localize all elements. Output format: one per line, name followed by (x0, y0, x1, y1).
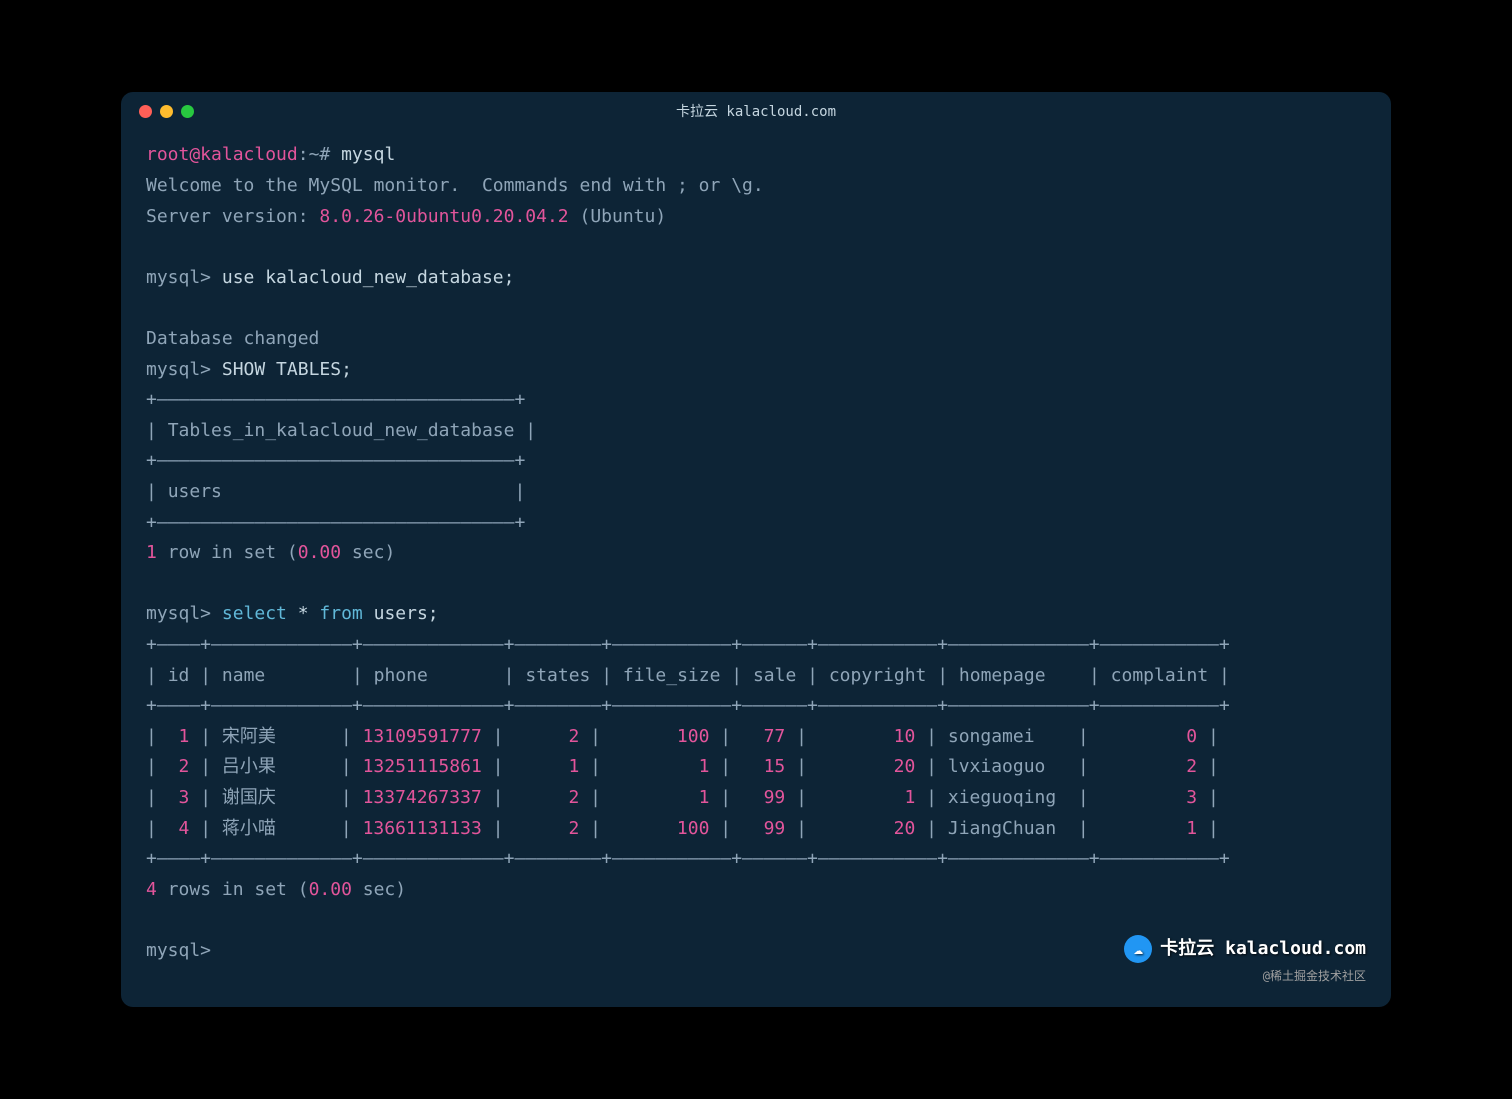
server-version: 8.0.26-0ubuntu0.20.04.2 (319, 206, 568, 227)
table-row: | 4 | 蒋小喵 | 13661131133 | 2 | 100 | 99 |… (146, 818, 1219, 839)
sec-label: sec) (341, 542, 395, 563)
terminal-body[interactable]: root@kalacloud:~# mysql Welcome to the M… (121, 130, 1391, 1006)
tables-header: Tables_in_kalacloud_new_database (168, 420, 515, 441)
server-version-label: Server version: (146, 206, 319, 227)
row-in-set: row in set ( (157, 542, 298, 563)
table-header-row: | id | name | phone | states | file_size… (146, 665, 1230, 686)
maximize-icon[interactable] (181, 105, 194, 118)
minimize-icon[interactable] (160, 105, 173, 118)
rows-in-set: rows in set ( (157, 879, 309, 900)
server-version-suffix: (Ubuntu) (569, 206, 667, 227)
prompt-user: root@kalacloud (146, 144, 298, 165)
window-title: 卡拉云 kalacloud.com (676, 101, 836, 121)
cloud-icon: ☁ (1124, 935, 1152, 963)
tables-row: users (168, 481, 222, 502)
mysql-prompt-2: mysql> (146, 359, 211, 380)
prompt-sep: : (298, 144, 309, 165)
table-border: +—————————————————————————————————+ (146, 389, 525, 410)
db-changed: Database changed (146, 328, 319, 349)
table-row: | 3 | 谢国庆 | 13374267337 | 2 | 1 | 99 | 1… (146, 787, 1219, 808)
close-icon[interactable] (139, 105, 152, 118)
mysql-prompt: mysql> (146, 267, 211, 288)
time-0: 0.00 (298, 542, 341, 563)
cmd-mysql: mysql (341, 144, 395, 165)
sec-label-2: sec) (352, 879, 406, 900)
watermark: ☁ 卡拉云 kalacloud.com @稀土掘金技术社区 (1124, 934, 1366, 987)
row-count-4: 4 (146, 879, 157, 900)
terminal-window: 卡拉云 kalacloud.com root@kalacloud:~# mysq… (121, 92, 1391, 1006)
table-row: | 2 | 吕小果 | 13251115861 | 1 | 1 | 15 | 2… (146, 756, 1219, 777)
table-border: +—————————————————————————————————+ (146, 450, 525, 471)
watermark-sub: @稀土掘金技术社区 (1263, 966, 1366, 986)
title-bar: 卡拉云 kalacloud.com (121, 92, 1391, 130)
users-border: +————+—————————————+—————————————+——————… (146, 695, 1230, 716)
users-border: +————+—————————————+—————————————+——————… (146, 634, 1230, 655)
table-border: +—————————————————————————————————+ (146, 512, 525, 533)
traffic-lights (139, 105, 194, 118)
cmd-show-tables: SHOW TABLES; (222, 359, 352, 380)
cmd-use: use kalacloud_new_database; (222, 267, 515, 288)
time-0-2: 0.00 (309, 879, 352, 900)
welcome-line: Welcome to the MySQL monitor. Commands e… (146, 175, 764, 196)
tables-header-row: | (146, 420, 168, 441)
users-border: +————+—————————————+—————————————+——————… (146, 848, 1230, 869)
table-row: | 1 | 宋阿美 | 13109591777 | 2 | 100 | 77 |… (146, 726, 1219, 747)
mysql-prompt-3: mysql> (146, 603, 211, 624)
cmd-select: select * from users; (222, 603, 439, 624)
row-count-1: 1 (146, 542, 157, 563)
watermark-main: ☁ 卡拉云 kalacloud.com (1124, 934, 1366, 965)
prompt-path: ~# (309, 144, 331, 165)
mysql-prompt-4: mysql> (146, 940, 211, 961)
